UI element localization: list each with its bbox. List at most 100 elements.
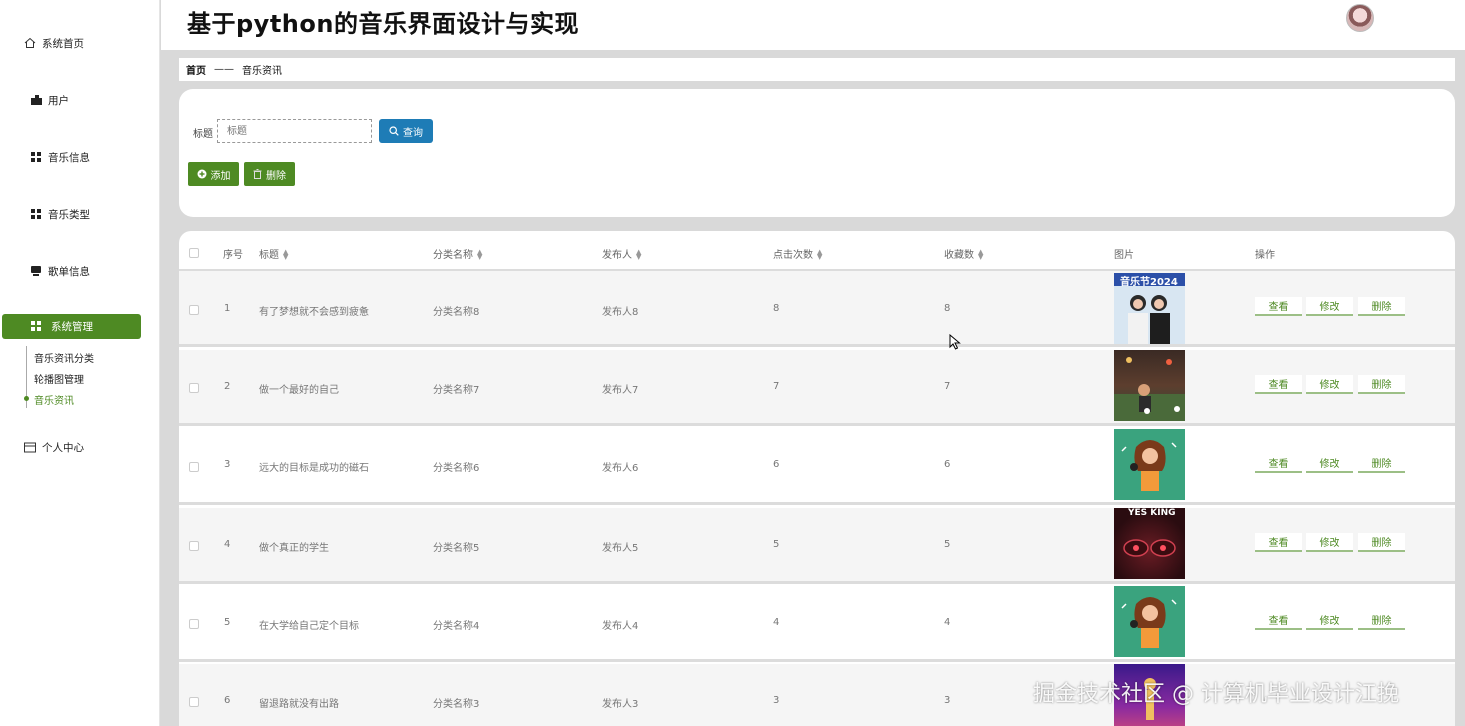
sort-icon[interactable]: ▲ ▼ xyxy=(477,249,482,261)
column-header-label: 分类名称 xyxy=(433,250,473,261)
row-checkbox[interactable] xyxy=(189,697,199,707)
cell-publisher: 发布人3 xyxy=(602,699,639,710)
cell-category: 分类名称6 xyxy=(433,463,480,474)
sort-icon[interactable]: ▲ ▼ xyxy=(283,249,288,261)
sidebar-item-system-management[interactable]: 系统管理 xyxy=(2,314,141,339)
column-header-image: 图片 xyxy=(1114,250,1134,261)
column-header-category[interactable]: 分类名称 ▲ ▼ xyxy=(433,246,482,262)
cell-title: 做个真正的学生 xyxy=(259,543,329,554)
sort-icon[interactable]: ▲ ▼ xyxy=(636,249,641,261)
column-header-actions: 操作 xyxy=(1255,250,1275,261)
page-title: 基于python的音乐界面设计与实现 xyxy=(187,10,579,38)
view-button[interactable]: 查看 xyxy=(1255,611,1302,630)
news-thumbnail[interactable]: 音乐节2024 xyxy=(1114,273,1185,344)
avatar[interactable] xyxy=(1346,4,1374,32)
concert-photo-icon xyxy=(1114,357,1185,421)
table-row: 4 做个真正的学生 分类名称5 发布人5 5 5 YES KING 查看 修改 … xyxy=(179,508,1455,584)
title-search-input[interactable] xyxy=(217,119,372,143)
submenu-item-carousel[interactable]: 轮播图管理 xyxy=(34,371,84,386)
sort-icon[interactable]: ▲ ▼ xyxy=(978,249,983,261)
sort-icon[interactable]: ▲ ▼ xyxy=(817,249,822,261)
column-header-publisher[interactable]: 发布人 ▲ ▼ xyxy=(602,246,641,262)
cell-index: 3 xyxy=(224,459,231,470)
sidebar-item-playlist[interactable]: 歌单信息 xyxy=(24,261,90,281)
view-button[interactable]: 查看 xyxy=(1255,533,1302,552)
cell-publisher: 发布人8 xyxy=(602,307,639,318)
cell-clicks: 4 xyxy=(773,617,780,628)
breadcrumb-current: 音乐资讯 xyxy=(242,66,282,77)
sidebar-item-music-type[interactable]: 音乐类型 xyxy=(24,204,90,224)
news-thumbnail[interactable] xyxy=(1114,586,1185,657)
cell-publisher: 发布人4 xyxy=(602,621,639,632)
column-header-label: 收藏数 xyxy=(944,250,974,261)
cell-publisher: 发布人7 xyxy=(602,385,639,396)
select-all-checkbox[interactable] xyxy=(189,248,199,258)
table-row: 1 有了梦想就不会感到疲惫 分类名称8 发布人8 8 8 音乐节2024 查看 … xyxy=(179,271,1455,347)
cell-title: 在大学给自己定个目标 xyxy=(259,621,359,632)
grid-icon xyxy=(30,151,42,163)
plus-circle-icon xyxy=(197,169,207,179)
cell-favorites: 4 xyxy=(944,617,951,628)
row-delete-button[interactable]: 删除 xyxy=(1358,454,1405,473)
sidebar-item-label: 系统首页 xyxy=(42,37,84,50)
sidebar-item-user[interactable]: 用户 xyxy=(24,90,69,110)
row-checkbox[interactable] xyxy=(189,305,199,315)
breadcrumb: 首页 —— 音乐资讯 xyxy=(179,58,1455,81)
view-button[interactable]: 查看 xyxy=(1255,297,1302,316)
query-button[interactable]: 查询 xyxy=(379,119,433,143)
edit-button[interactable]: 修改 xyxy=(1306,297,1353,316)
column-header-title[interactable]: 标题 ▲ ▼ xyxy=(259,246,288,262)
view-button[interactable]: 查看 xyxy=(1255,375,1302,394)
sidebar-item-home[interactable]: 系统首页 xyxy=(24,33,84,53)
sidebar-item-label: 系统管理 xyxy=(51,321,93,333)
row-delete-button[interactable]: 删除 xyxy=(1358,533,1405,552)
row-delete-button[interactable]: 删除 xyxy=(1358,375,1405,394)
edit-button[interactable]: 修改 xyxy=(1306,611,1353,630)
add-button[interactable]: 添加 xyxy=(188,162,239,186)
cell-title: 有了梦想就不会感到疲惫 xyxy=(259,307,369,318)
cell-clicks: 7 xyxy=(773,381,780,392)
cell-publisher: 发布人5 xyxy=(602,543,639,554)
row-delete-button[interactable]: 删除 xyxy=(1358,297,1405,316)
grid-icon xyxy=(30,208,42,220)
column-header-label: 标题 xyxy=(259,250,279,261)
cell-favorites: 8 xyxy=(944,303,951,314)
news-table: 序号 标题 ▲ ▼ 分类名称 ▲ ▼ 发布人 ▲ ▼ 点击次数 ▲ ▼ 收藏数 ▲ ▼ 图片 操作 … xyxy=(179,231,1455,726)
row-checkbox[interactable] xyxy=(189,462,199,472)
delete-button[interactable]: 删除 xyxy=(244,162,295,186)
cell-category: 分类名称8 xyxy=(433,307,480,318)
singer-illustration-icon xyxy=(1121,440,1177,491)
sidebar-item-personal-center[interactable]: 个人中心 xyxy=(24,437,84,457)
breadcrumb-separator: —— xyxy=(214,64,234,75)
home-icon xyxy=(24,37,36,49)
watermark: 掘金技术社区 @ 计算机毕业设计江挽 xyxy=(1033,682,1399,707)
edit-button[interactable]: 修改 xyxy=(1306,454,1353,473)
row-checkbox[interactable] xyxy=(189,619,199,629)
row-delete-button[interactable]: 删除 xyxy=(1358,611,1405,630)
cell-title: 做一个最好的自己 xyxy=(259,385,339,396)
news-thumbnail[interactable] xyxy=(1114,350,1185,421)
sidebar-item-label: 音乐类型 xyxy=(48,208,90,221)
row-checkbox[interactable] xyxy=(189,541,199,551)
search-icon xyxy=(389,126,399,136)
row-checkbox[interactable] xyxy=(189,383,199,393)
cell-favorites: 7 xyxy=(944,381,951,392)
submenu-item-music-news[interactable]: 音乐资讯 xyxy=(34,392,74,407)
grid-icon xyxy=(31,320,43,333)
breadcrumb-home[interactable]: 首页 xyxy=(186,62,206,77)
column-header-favorites[interactable]: 收藏数 ▲ ▼ xyxy=(944,246,983,262)
edit-button[interactable]: 修改 xyxy=(1306,375,1353,394)
cell-title: 留退路就没有出路 xyxy=(259,699,339,710)
news-thumbnail[interactable] xyxy=(1114,429,1185,500)
cell-publisher: 发布人6 xyxy=(602,463,639,474)
submenu-item-music-news-category[interactable]: 音乐资讯分类 xyxy=(34,350,94,365)
id-card-icon xyxy=(24,441,36,453)
view-button[interactable]: 查看 xyxy=(1255,454,1302,473)
active-dot-icon xyxy=(24,396,29,401)
edit-button[interactable]: 修改 xyxy=(1306,533,1353,552)
cell-index: 1 xyxy=(224,303,231,314)
column-header-clicks[interactable]: 点击次数 ▲ ▼ xyxy=(773,246,822,262)
sidebar-item-music-info[interactable]: 音乐信息 xyxy=(24,147,90,167)
sidebar-item-label: 歌单信息 xyxy=(48,265,90,278)
news-thumbnail[interactable]: YES KING xyxy=(1114,508,1185,579)
